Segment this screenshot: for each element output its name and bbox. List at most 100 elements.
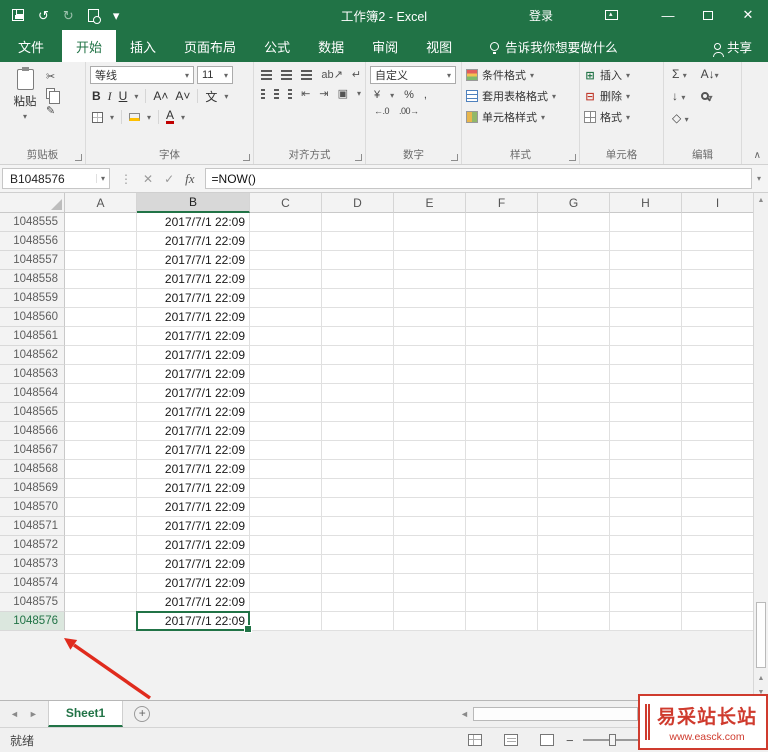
grid-cell-E1048560[interactable] bbox=[394, 308, 466, 327]
bold-button[interactable]: B bbox=[92, 89, 101, 103]
grid-cell-A1048556[interactable] bbox=[65, 232, 137, 251]
grid-cell-E1048563[interactable] bbox=[394, 365, 466, 384]
grid-cell-C1048575[interactable] bbox=[250, 593, 322, 612]
grid-cell-C1048565[interactable] bbox=[250, 403, 322, 422]
column-header-B[interactable]: B bbox=[137, 193, 250, 213]
grid-cell-H1048562[interactable] bbox=[610, 346, 682, 365]
grid-cell-C1048555[interactable] bbox=[250, 213, 322, 232]
grid-cell-H1048574[interactable] bbox=[610, 574, 682, 593]
grid-cell-D1048568[interactable] bbox=[322, 460, 394, 479]
row-header-1048572[interactable]: 1048572 bbox=[0, 536, 65, 555]
print-preview-icon[interactable] bbox=[87, 8, 101, 24]
grid-cell-C1048573[interactable] bbox=[250, 555, 322, 574]
grid-cell-G1048565[interactable] bbox=[538, 403, 610, 422]
grid-cell-F1048567[interactable] bbox=[466, 441, 538, 460]
conditional-formatting-button[interactable]: 条件格式 ▾ bbox=[466, 67, 575, 83]
grid-cell-C1048558[interactable] bbox=[250, 270, 322, 289]
align-middle-icon[interactable] bbox=[281, 69, 293, 72]
cell-styles-button[interactable]: 单元格样式 ▾ bbox=[466, 109, 575, 125]
grid-cell-F1048556[interactable] bbox=[466, 232, 538, 251]
grid-cell-D1048561[interactable] bbox=[322, 327, 394, 346]
zoom-slider[interactable] bbox=[582, 734, 647, 746]
grid-cell-E1048574[interactable] bbox=[394, 574, 466, 593]
grid-cell-C1048569[interactable] bbox=[250, 479, 322, 498]
grid-cell-A1048568[interactable] bbox=[65, 460, 137, 479]
font-name-combo[interactable]: 等线 ▾ bbox=[90, 66, 194, 84]
autosum-button[interactable]: Σ ▾ bbox=[672, 67, 689, 81]
grid-cell-C1048563[interactable] bbox=[250, 365, 322, 384]
scroll-down-icon[interactable]: ▲ bbox=[754, 671, 768, 686]
grid-cell-E1048564[interactable] bbox=[394, 384, 466, 403]
grid-cell-B1048555[interactable]: 2017/7/1 22:09 bbox=[137, 213, 250, 232]
grid-cell-B1048560[interactable]: 2017/7/1 22:09 bbox=[137, 308, 250, 327]
grid-cell-E1048567[interactable] bbox=[394, 441, 466, 460]
row-header-1048566[interactable]: 1048566 bbox=[0, 422, 65, 441]
redo-icon[interactable]: ↻ bbox=[63, 9, 74, 22]
font-color-icon[interactable]: A bbox=[166, 109, 175, 124]
save-icon[interactable] bbox=[12, 9, 24, 21]
tab-数据[interactable]: 数据 bbox=[304, 30, 358, 62]
grid-cell-G1048574[interactable] bbox=[538, 574, 610, 593]
decrease-indent-icon[interactable]: ⇤ bbox=[301, 87, 310, 100]
grid-cell-C1048572[interactable] bbox=[250, 536, 322, 555]
grid-cell-I1048558[interactable] bbox=[682, 270, 754, 289]
grid-cell-C1048574[interactable] bbox=[250, 574, 322, 593]
grid-cell-A1048574[interactable] bbox=[65, 574, 137, 593]
decrease-decimal-icon[interactable]: .00→ bbox=[399, 106, 419, 116]
prev-sheet-icon[interactable]: ◄ bbox=[10, 709, 19, 719]
new-sheet-button[interactable]: + bbox=[134, 706, 151, 722]
row-header-1048568[interactable]: 1048568 bbox=[0, 460, 65, 479]
row-header-1048563[interactable]: 1048563 bbox=[0, 365, 65, 384]
grid-cell-I1048570[interactable] bbox=[682, 498, 754, 517]
grid-cell-C1048568[interactable] bbox=[250, 460, 322, 479]
font-size-combo[interactable]: 11 ▾ bbox=[197, 66, 233, 84]
grid-cell-I1048565[interactable] bbox=[682, 403, 754, 422]
row-header-1048575[interactable]: 1048575 bbox=[0, 593, 65, 612]
tab-页面布局[interactable]: 页面布局 bbox=[170, 30, 250, 62]
row-header-1048574[interactable]: 1048574 bbox=[0, 574, 65, 593]
grid-cell-G1048562[interactable] bbox=[538, 346, 610, 365]
grid-cell-D1048576[interactable] bbox=[322, 612, 394, 631]
grid-cell-A1048566[interactable] bbox=[65, 422, 137, 441]
horizontal-scroll-thumb[interactable] bbox=[472, 707, 638, 721]
grid-cell-I1048562[interactable] bbox=[682, 346, 754, 365]
grid-cell-D1048558[interactable] bbox=[322, 270, 394, 289]
grid-cell-A1048565[interactable] bbox=[65, 403, 137, 422]
grid-cell-E1048561[interactable] bbox=[394, 327, 466, 346]
grid-cell-D1048559[interactable] bbox=[322, 289, 394, 308]
grid-cell-D1048573[interactable] bbox=[322, 555, 394, 574]
increase-indent-icon[interactable]: ⇥ bbox=[319, 87, 328, 100]
grid-cell-A1048570[interactable] bbox=[65, 498, 137, 517]
grid-cell-E1048566[interactable] bbox=[394, 422, 466, 441]
grid-cell-B1048573[interactable]: 2017/7/1 22:09 bbox=[137, 555, 250, 574]
sort-filter-button[interactable]: A↓▾ bbox=[701, 67, 719, 81]
grid-cell-B1048556[interactable]: 2017/7/1 22:09 bbox=[137, 232, 250, 251]
grid-cell-I1048571[interactable] bbox=[682, 517, 754, 536]
grid-cell-G1048575[interactable] bbox=[538, 593, 610, 612]
column-header-H[interactable]: H bbox=[610, 193, 682, 213]
name-box[interactable]: B1048576 ▾ bbox=[2, 168, 110, 189]
font-dialog-launcher-icon[interactable] bbox=[243, 154, 250, 161]
tab-公式[interactable]: 公式 bbox=[250, 30, 304, 62]
grid-cell-C1048562[interactable] bbox=[250, 346, 322, 365]
find-select-button[interactable]: ▾ bbox=[700, 89, 719, 103]
grid-cell-B1048559[interactable]: 2017/7/1 22:09 bbox=[137, 289, 250, 308]
grid-cell-I1048566[interactable] bbox=[682, 422, 754, 441]
grid-cell-A1048555[interactable] bbox=[65, 213, 137, 232]
grid-cell-H1048573[interactable] bbox=[610, 555, 682, 574]
page-break-view-icon[interactable] bbox=[540, 734, 554, 746]
grid-cell-F1048563[interactable] bbox=[466, 365, 538, 384]
row-header-1048558[interactable]: 1048558 bbox=[0, 270, 65, 289]
grid-cell-I1048555[interactable] bbox=[682, 213, 754, 232]
grid-cell-F1048558[interactable] bbox=[466, 270, 538, 289]
grid-cell-B1048558[interactable]: 2017/7/1 22:09 bbox=[137, 270, 250, 289]
grid-cell-E1048568[interactable] bbox=[394, 460, 466, 479]
vertical-scroll-thumb[interactable] bbox=[756, 602, 766, 668]
increase-decimal-icon[interactable]: ←.0 bbox=[374, 106, 390, 116]
grid-cell-B1048564[interactable]: 2017/7/1 22:09 bbox=[137, 384, 250, 403]
collapse-ribbon-icon[interactable]: ∧ bbox=[754, 150, 761, 161]
grid-cell-A1048576[interactable] bbox=[65, 612, 137, 631]
grid-cell-H1048571[interactable] bbox=[610, 517, 682, 536]
row-header-1048561[interactable]: 1048561 bbox=[0, 327, 65, 346]
grid-cell-H1048567[interactable] bbox=[610, 441, 682, 460]
